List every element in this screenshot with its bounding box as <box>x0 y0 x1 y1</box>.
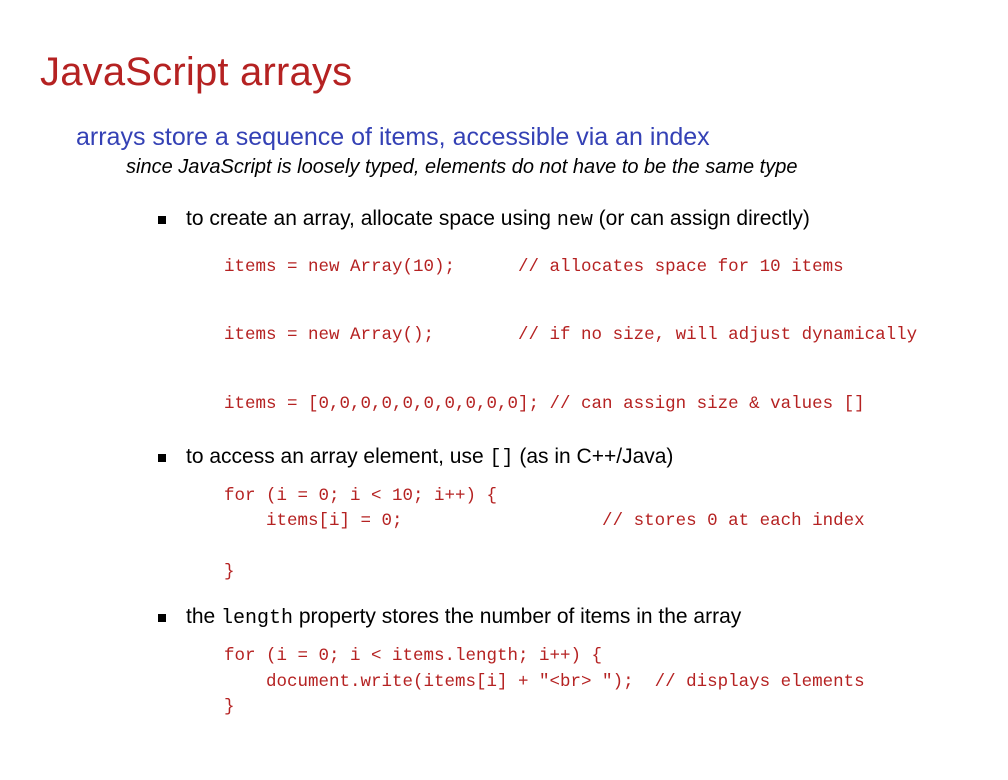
code-inline-length: length <box>221 607 293 630</box>
code-inline-brackets: [] <box>490 447 514 470</box>
code-block-display: for (i = 0; i < items.length; i++) { doc… <box>224 644 968 720</box>
subheading: arrays store a sequence of items, access… <box>76 123 968 152</box>
bullet-text: to create an array, allocate space using <box>186 207 557 230</box>
bullet-list: to create an array, allocate space using… <box>158 207 968 720</box>
slide: JavaScript arrays arrays store a sequenc… <box>0 0 1008 780</box>
bullet-create-array: to create an array, allocate space using… <box>158 207 968 421</box>
bullet-text-tail: property stores the number of items in t… <box>293 605 741 628</box>
bullet-text-tail: (or can assign directly) <box>593 207 810 230</box>
bullet-length-property: the length property stores the number of… <box>158 605 968 720</box>
code-inline-new: new <box>557 209 593 232</box>
code-block-for-loop: for (i = 0; i < 10; i++) { items[i] = 0;… <box>224 484 968 586</box>
bullet-text-tail: (as in C++/Java) <box>514 445 674 468</box>
slide-title: JavaScript arrays <box>40 50 968 95</box>
subheading-note: since JavaScript is loosely typed, eleme… <box>126 156 968 179</box>
bullet-text: the <box>186 605 221 628</box>
code-block-allocate: items = new Array(10); // allocates spac… <box>224 250 968 421</box>
bullet-text: to access an array element, use <box>186 445 490 468</box>
bullet-access-element: to access an array element, use [] (as i… <box>158 445 968 586</box>
